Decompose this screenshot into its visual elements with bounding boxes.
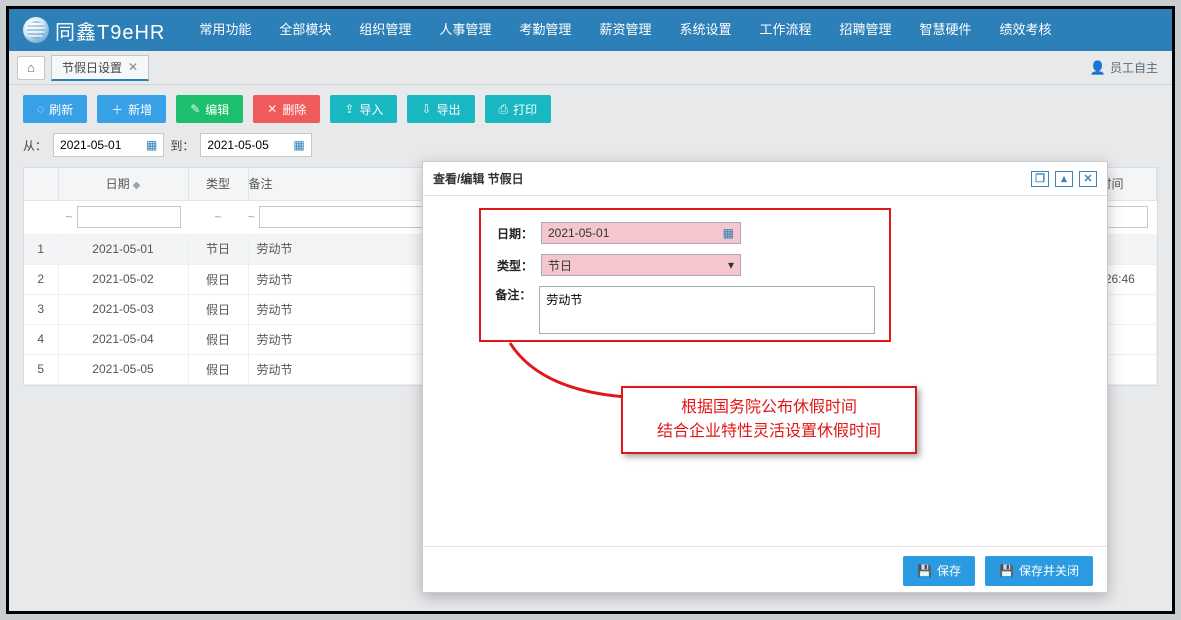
modal-header: 查看/编辑 节假日 ❐ ▴ ✕: [423, 162, 1107, 196]
tilde-icon: ~: [65, 210, 72, 224]
save-icon: 💾: [999, 564, 1014, 578]
edit-label: 编辑: [205, 101, 229, 118]
print-label: 打印: [513, 101, 537, 118]
tab-bar: ⌂ 节假日设置 ✕ 👤 员工自主: [9, 51, 1172, 85]
type-label: 类型：: [495, 257, 533, 274]
chevron-down-icon: ▾: [728, 258, 734, 272]
calendar-icon[interactable]: ▦: [146, 138, 157, 152]
nav-item-attendance[interactable]: 考勤管理: [505, 9, 585, 51]
import-button[interactable]: ⇪ 导入: [330, 95, 397, 123]
col-date[interactable]: 日期◆: [58, 168, 188, 200]
from-label: 从：: [23, 137, 47, 154]
modal-body: 日期： 2021-05-01 ▦ 类型： 节日 ▾ 备注：: [423, 196, 1107, 546]
import-label: 导入: [359, 101, 383, 118]
top-nav: 同鑫T9eHR 常用功能 全部模块 组织管理 人事管理 考勤管理 薪资管理 系统…: [9, 9, 1172, 51]
annotation-callout: 根据国务院公布休假时间 结合企业特性灵活设置休假时间: [621, 386, 917, 454]
maximize-icon[interactable]: ▴: [1055, 171, 1073, 187]
export-icon: ⇩: [421, 102, 431, 116]
modal-title: 查看/编辑 节假日: [433, 170, 524, 187]
col-type[interactable]: 类型: [188, 168, 248, 200]
delete-icon: ✕: [267, 102, 277, 116]
add-label: 新增: [128, 101, 152, 118]
export-label: 导出: [436, 101, 460, 118]
save-icon: 💾: [917, 564, 932, 578]
print-icon: ⎙: [499, 102, 509, 117]
close-icon[interactable]: ✕: [128, 60, 138, 74]
nav-item-hardware[interactable]: 智慧硬件: [906, 9, 986, 51]
type-value: 节日: [548, 257, 572, 274]
remark-textarea[interactable]: [539, 286, 875, 334]
nav-item-allmodules[interactable]: 全部模块: [265, 9, 345, 51]
nav-item-recruit[interactable]: 招聘管理: [825, 9, 905, 51]
refresh-label: 刷新: [49, 101, 73, 118]
nav-item-hr[interactable]: 人事管理: [425, 9, 505, 51]
toolbar: ◌ 刷新 ＋ 新增 ✎ 编辑 ✕ 删除 ⇪ 导入 ⇩ 导出 ⎙ 打印: [9, 85, 1172, 129]
edit-button[interactable]: ✎ 编辑: [176, 95, 243, 123]
user-icon: 👤: [1090, 60, 1106, 76]
filter-input-date[interactable]: [77, 206, 181, 228]
delete-button[interactable]: ✕ 删除: [253, 95, 320, 123]
nav-items: 常用功能 全部模块 组织管理 人事管理 考勤管理 薪资管理 系统设置 工作流程 …: [185, 9, 1065, 51]
export-button[interactable]: ⇩ 导出: [407, 95, 474, 123]
calendar-icon[interactable]: ▦: [293, 138, 304, 152]
to-date-input[interactable]: [207, 138, 287, 152]
nav-item-performance[interactable]: 绩效考核: [986, 9, 1066, 51]
print-button[interactable]: ⎙ 打印: [485, 95, 552, 123]
calendar-icon[interactable]: ▦: [723, 226, 734, 240]
to-date-field[interactable]: ▦: [200, 133, 311, 157]
nav-item-system[interactable]: 系统设置: [665, 9, 745, 51]
brand: 同鑫T9eHR: [9, 16, 175, 45]
user-label: 员工自主: [1110, 59, 1158, 76]
from-date-field[interactable]: ▦: [53, 133, 164, 157]
remark-label: 备注：: [495, 286, 531, 303]
date-field[interactable]: 2021-05-01 ▦: [541, 222, 741, 244]
brand-name: 同鑫T9eHR: [55, 16, 165, 45]
tab-holiday-settings[interactable]: 节假日设置 ✕: [51, 55, 149, 81]
home-button[interactable]: ⌂: [17, 56, 45, 80]
refresh-button[interactable]: ◌ 刷新: [23, 95, 87, 123]
nav-item-frequent[interactable]: 常用功能: [185, 9, 265, 51]
sort-icon: ◆: [133, 180, 141, 191]
save-label: 保存: [937, 562, 961, 579]
add-button[interactable]: ＋ 新增: [97, 95, 166, 123]
refresh-icon: ◌: [37, 102, 44, 116]
home-icon: ⌂: [27, 60, 35, 75]
close-icon[interactable]: ✕: [1079, 171, 1097, 187]
plus-icon: ＋: [111, 101, 123, 118]
from-date-input[interactable]: [60, 138, 140, 152]
callout-line2: 结合企业特性灵活设置休假时间: [635, 420, 903, 444]
tilde-icon: ~: [248, 210, 255, 224]
save-close-label: 保存并关闭: [1019, 562, 1079, 579]
modal-footer: 💾 保存 💾 保存并关闭: [423, 546, 1107, 594]
type-select[interactable]: 节日 ▾: [541, 254, 741, 276]
nav-item-salary[interactable]: 薪资管理: [585, 9, 665, 51]
nav-item-workflow[interactable]: 工作流程: [745, 9, 825, 51]
col-index: [24, 168, 58, 200]
edit-icon: ✎: [190, 102, 200, 116]
user-area[interactable]: 👤 员工自主: [1090, 59, 1164, 76]
date-value: 2021-05-01: [548, 226, 609, 240]
restore-icon[interactable]: ❐: [1031, 171, 1049, 187]
brand-logo-icon: [23, 17, 49, 43]
highlight-box: 日期： 2021-05-01 ▦ 类型： 节日 ▾ 备注：: [479, 208, 891, 342]
tilde-icon: ~: [214, 210, 221, 224]
import-icon: ⇪: [344, 102, 354, 116]
delete-label: 删除: [282, 101, 306, 118]
callout-line1: 根据国务院公布休假时间: [635, 396, 903, 420]
to-label: 到：: [170, 137, 194, 154]
save-button[interactable]: 💾 保存: [903, 556, 975, 586]
date-label: 日期：: [495, 225, 533, 242]
edit-holiday-modal: 查看/编辑 节假日 ❐ ▴ ✕ 日期： 2021-05-01 ▦ 类型：: [422, 161, 1108, 593]
nav-item-org[interactable]: 组织管理: [345, 9, 425, 51]
tab-label: 节假日设置: [62, 59, 122, 76]
save-close-button[interactable]: 💾 保存并关闭: [985, 556, 1093, 586]
